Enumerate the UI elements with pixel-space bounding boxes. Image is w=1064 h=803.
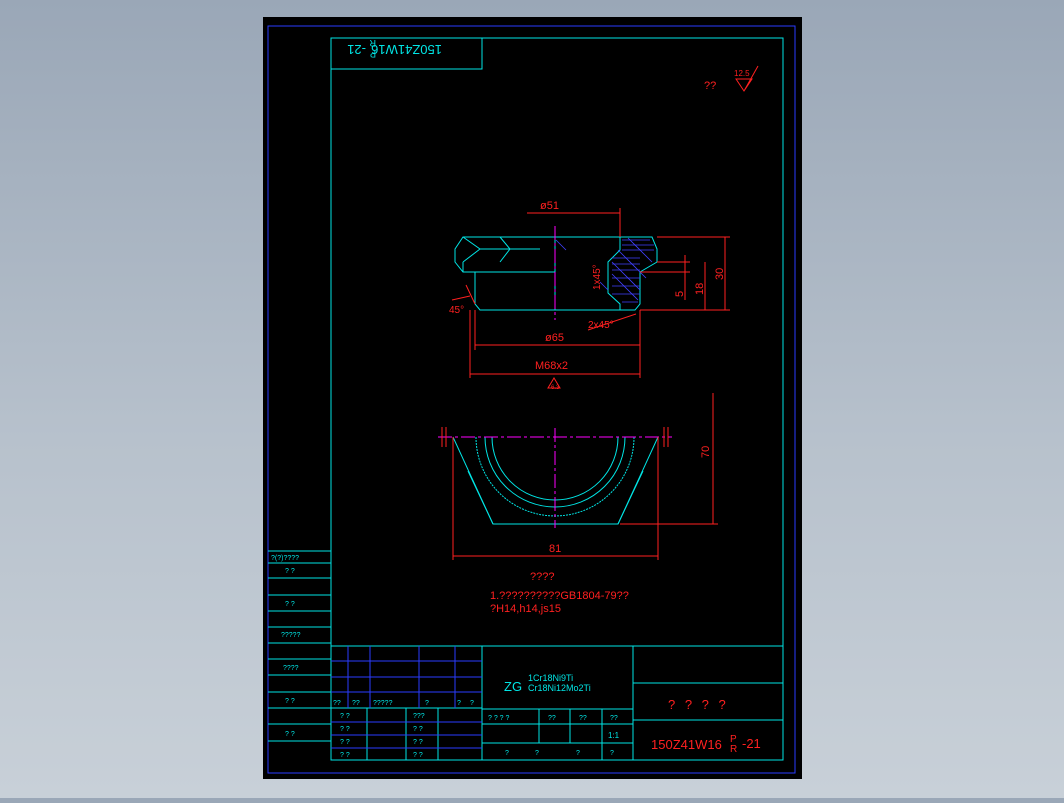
- dim-thread: M68x2: [535, 360, 568, 372]
- cad-viewport[interactable]: 150Z41W16 P R -21 ?? 12.5 ø51 ø65 M68x2 …: [0, 0, 1064, 798]
- side-row2: ? ?: [285, 568, 295, 575]
- bottom-cell-1: ?: [535, 750, 539, 757]
- dim-h18: 18: [694, 283, 706, 295]
- sign-right-3: ? ?: [413, 752, 423, 759]
- dim-d51: ø51: [540, 200, 559, 212]
- dim-h30: 30: [714, 268, 726, 280]
- material-prefix: ZG: [504, 679, 522, 694]
- dim-angle45: 45°: [449, 305, 464, 316]
- roughness-label: ??: [704, 80, 716, 92]
- rotated-number-sub: R: [369, 38, 376, 48]
- sign-left-1: ? ?: [340, 726, 350, 733]
- drawing-number-sub: R: [730, 744, 737, 755]
- header-cell-0: ??: [333, 700, 341, 707]
- part-name: ? ? ? ?: [668, 697, 729, 712]
- material-line1: 1Cr18Ni9Ti: [528, 673, 573, 683]
- sign-left-2: ? ?: [340, 739, 350, 746]
- scale-value: 1:1: [608, 731, 620, 740]
- attr-header-0: ? ? ? ?: [488, 715, 510, 722]
- header-cell-4: ?: [457, 700, 461, 707]
- side-row7: ? ?: [285, 731, 295, 738]
- sign-right-0: ???: [413, 713, 425, 720]
- rotated-number-part2: -21: [347, 42, 366, 57]
- drawing-sheet: [263, 17, 802, 779]
- sign-left-3: ? ?: [340, 752, 350, 759]
- bottom-cell-0: ?: [505, 750, 509, 757]
- attr-header-2: ??: [579, 715, 587, 722]
- drawing-number-main: 150Z41W16: [651, 737, 722, 752]
- side-row6: ? ?: [285, 698, 295, 705]
- dim-h5: 5: [674, 291, 686, 297]
- side-row5: ????: [283, 665, 299, 672]
- header-cell-2: ?????: [373, 700, 393, 707]
- header-cell-1: ??: [352, 700, 360, 707]
- drawing-canvas: 150Z41W16 P R -21 ?? 12.5 ø51 ø65 M68x2 …: [263, 17, 802, 779]
- side-row3: ? ?: [285, 601, 295, 608]
- bottom-cell-2: ?: [576, 750, 580, 757]
- dim-w81: 81: [549, 543, 561, 555]
- roughness-value: 12.5: [734, 69, 750, 78]
- notes-line2: ?H14,h14,js15: [490, 603, 561, 615]
- sign-right-2: ? ?: [413, 739, 423, 746]
- material-line2: Cr18Ni12Mo2Ti: [528, 683, 591, 693]
- bottom-cell-3: ?: [610, 750, 614, 757]
- attr-header-3: ??: [610, 715, 618, 722]
- notes-line1: 1.??????????GB1804-79??: [490, 590, 629, 602]
- rotated-number-sup: P: [370, 49, 376, 59]
- dim-h70: 70: [700, 446, 712, 458]
- drawing-number-suffix: -21: [742, 736, 761, 751]
- rotated-number-part1: 150Z41W16: [371, 42, 442, 57]
- side-row1: ?(?)????: [271, 555, 299, 562]
- header-cell-3: ?: [425, 700, 429, 707]
- dim-d65: ø65: [545, 332, 564, 344]
- header-cell-5: ?: [470, 700, 474, 707]
- notes-title: ????: [530, 571, 554, 583]
- attr-header-1: ??: [548, 715, 556, 722]
- side-row4: ?????: [281, 632, 301, 639]
- dim-chamfer1: 1x45°: [592, 264, 603, 290]
- sign-left-0: ? ?: [340, 713, 350, 720]
- sign-right-1: ? ?: [413, 726, 423, 733]
- thread-roughness-value: 6.3: [551, 385, 560, 391]
